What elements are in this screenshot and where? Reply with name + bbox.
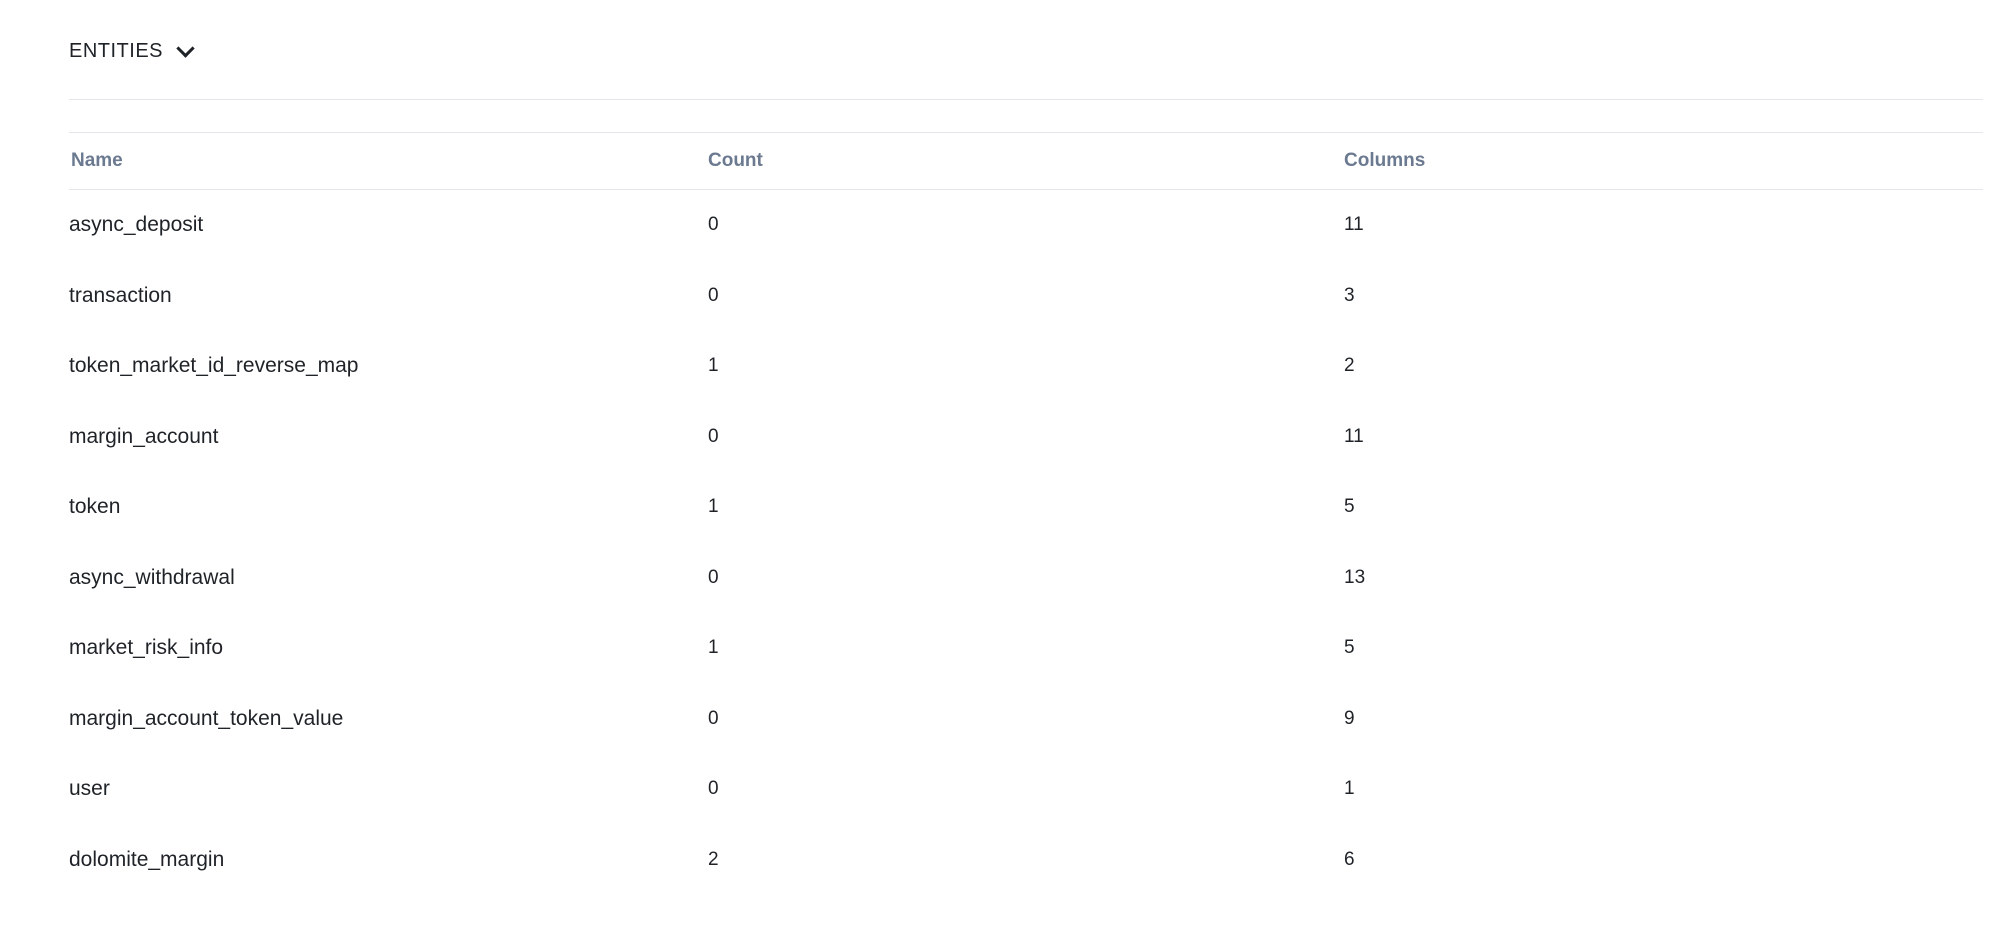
entity-count: 1 [708, 496, 719, 518]
table-row[interactable]: token 1 5 [69, 472, 1983, 543]
column-header-columns[interactable]: Columns [1342, 150, 1983, 172]
entity-name: async_withdrawal [69, 565, 235, 589]
entity-count: 0 [708, 778, 719, 800]
entity-columns: 1 [1344, 778, 1355, 800]
table-header-row: Name Count Columns [69, 133, 1983, 190]
entity-count: 0 [708, 284, 719, 306]
entity-columns: 5 [1344, 496, 1355, 518]
entity-count: 2 [708, 848, 719, 870]
table-row[interactable]: user 0 1 [69, 754, 1983, 825]
entity-name: dolomite_margin [69, 847, 225, 871]
section-divider [69, 99, 1983, 100]
entity-columns: 6 [1344, 848, 1355, 870]
entity-count: 0 [708, 707, 719, 729]
entity-count: 1 [708, 637, 719, 659]
entity-name: margin_account [69, 424, 219, 448]
entity-columns: 9 [1344, 707, 1355, 729]
entities-page: ENTITIES Name Count Columns async_deposi… [0, 0, 1999, 942]
entity-count: 1 [708, 355, 719, 377]
entity-columns: 11 [1344, 425, 1364, 447]
section-title: ENTITIES [69, 39, 164, 62]
entity-count: 0 [708, 425, 719, 447]
table-row[interactable]: async_deposit 0 11 [69, 190, 1983, 261]
chevron-down-icon[interactable] [176, 38, 195, 58]
entity-columns: 3 [1344, 284, 1355, 306]
table-row[interactable]: token_market_id_reverse_map 1 2 [69, 331, 1983, 402]
entities-section-toggle[interactable]: ENTITIES [69, 36, 195, 66]
entity-name: async_deposit [69, 213, 204, 237]
table-row[interactable]: market_risk_info 1 5 [69, 613, 1983, 684]
entity-name: margin_account_token_value [69, 706, 344, 730]
table-row[interactable]: dolomite_margin 2 6 [69, 825, 1983, 896]
entity-columns: 5 [1344, 637, 1355, 659]
entity-columns: 11 [1344, 214, 1364, 236]
table-row[interactable]: async_withdrawal 0 13 [69, 543, 1983, 614]
table-body: async_deposit 0 11 transaction 0 3 token… [69, 190, 1983, 895]
entity-count: 0 [708, 214, 719, 236]
entity-name: user [69, 777, 110, 801]
entities-table: Name Count Columns async_deposit 0 11 tr… [69, 132, 1983, 895]
column-header-count[interactable]: Count [706, 150, 1342, 172]
entity-name: token [69, 495, 121, 519]
table-row[interactable]: margin_account 0 11 [69, 402, 1983, 473]
entity-name: token_market_id_reverse_map [69, 354, 359, 378]
entity-name: transaction [69, 283, 172, 307]
entity-name: market_risk_info [69, 636, 224, 660]
table-row[interactable]: transaction 0 3 [69, 261, 1983, 332]
entity-count: 0 [708, 566, 719, 588]
entity-columns: 2 [1344, 355, 1355, 377]
column-header-name[interactable]: Name [69, 150, 706, 172]
entity-columns: 13 [1344, 566, 1366, 588]
table-row[interactable]: margin_account_token_value 0 9 [69, 684, 1983, 755]
